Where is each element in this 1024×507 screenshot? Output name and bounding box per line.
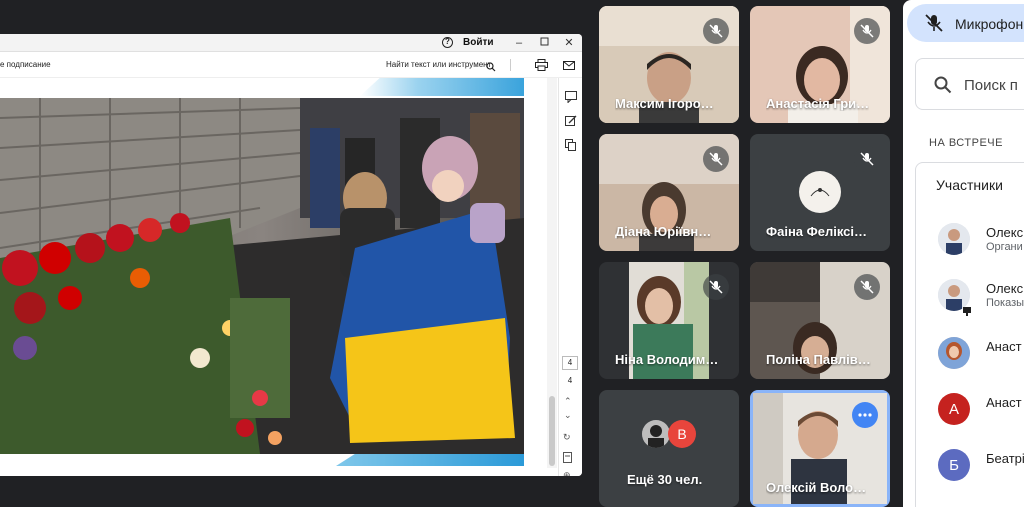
- person-name: Беатрі: [986, 451, 1024, 466]
- section-heading: НА ВСТРЕЧЕ: [929, 137, 1003, 149]
- avatar: [642, 420, 670, 448]
- participant-tile-active[interactable]: Олексій Воло…: [750, 390, 890, 507]
- participant-tile[interactable]: Максим Ігоро…: [599, 6, 739, 123]
- mail-icon[interactable]: [563, 58, 576, 70]
- help-icon[interactable]: ?: [442, 37, 453, 48]
- zoom-in-icon[interactable]: ⊕: [563, 470, 571, 476]
- sign-label[interactable]: е подписание: [0, 60, 51, 69]
- participant-name: Фаіна Феліксі…: [766, 224, 868, 239]
- participant-name: Поліна Павлів…: [766, 352, 871, 367]
- refresh-icon[interactable]: ↻: [563, 432, 571, 443]
- more-options-icon[interactable]: [852, 402, 878, 428]
- window-titlebar: ? Войти – ✕: [0, 34, 582, 52]
- avatar-letter: В: [668, 420, 696, 448]
- more-participants-label: Ещё 30 чел.: [627, 472, 703, 487]
- person-name: Олекс: [986, 225, 1024, 240]
- search-input[interactable]: Поиск п: [915, 58, 1024, 110]
- participant-tile[interactable]: Поліна Павлів…: [750, 262, 890, 379]
- microphone-label: Микрофон: [955, 16, 1024, 32]
- avatar-letter: А: [938, 393, 970, 425]
- search-icon[interactable]: [486, 59, 496, 77]
- find-tool-label[interactable]: Найти текст или инструмент: [386, 60, 491, 69]
- shared-screen: ? Войти – ✕ е подписание Найти текст или…: [0, 34, 582, 476]
- slide-photo: [0, 98, 524, 454]
- login-button[interactable]: Войти: [463, 37, 494, 48]
- avatar-letter: Б: [938, 449, 970, 481]
- participant-tile[interactable]: Фаіна Феліксі…: [750, 134, 890, 251]
- participant-logo-avatar: [799, 171, 841, 213]
- minimize-icon[interactable]: –: [512, 36, 526, 50]
- avatar: [938, 337, 970, 369]
- mic-off-icon: [703, 274, 729, 300]
- chevron-down-icon[interactable]: ⌄: [564, 410, 572, 421]
- more-participants-tile[interactable]: В Ещё 30 чел.: [599, 390, 739, 507]
- participants-header[interactable]: Участники: [936, 177, 1003, 193]
- scrollbar-thumb[interactable]: [549, 396, 555, 466]
- page-fit-icon[interactable]: [563, 452, 572, 465]
- microphone-toggle[interactable]: Микрофон: [907, 4, 1024, 42]
- mic-off-icon: [703, 18, 729, 44]
- person-name: Олекс: [986, 281, 1024, 296]
- person-role: Органи: [986, 241, 1023, 253]
- people-panel: Микрофон Поиск п НА ВСТРЕЧЕ Участники Ол…: [903, 0, 1024, 507]
- participant-tile[interactable]: Анастасія Гри…: [750, 6, 890, 123]
- close-icon[interactable]: ✕: [562, 36, 576, 50]
- print-icon[interactable]: [535, 58, 548, 71]
- avatar: [938, 223, 970, 255]
- participant-name: Ніна Володим…: [615, 352, 719, 367]
- person-role: Показы: [986, 297, 1024, 309]
- search-placeholder: Поиск п: [964, 77, 1018, 94]
- document-toolbar: е подписание Найти текст или инструмент: [0, 52, 582, 78]
- participant-name: Максим Ігоро…: [615, 96, 714, 111]
- mic-off-icon: [703, 146, 729, 172]
- list-item[interactable]: Б Беатрі: [938, 445, 1024, 485]
- list-item[interactable]: Олекс Показы: [938, 275, 1024, 316]
- participant-name: Діана Юріївн…: [615, 224, 712, 239]
- list-item[interactable]: Олекс Органи: [938, 219, 1024, 259]
- presentation-slide: [0, 78, 524, 466]
- edit-icon[interactable]: [565, 114, 577, 126]
- chevron-up-icon[interactable]: ⌃: [564, 396, 572, 407]
- maximize-icon[interactable]: [537, 36, 551, 50]
- participants-list: Участники Олекс Органи Олекс Показы Анас…: [915, 162, 1024, 507]
- present-icon: [962, 303, 972, 321]
- participant-name: Анастасія Гри…: [766, 96, 870, 111]
- person-name: Анаст: [986, 339, 1022, 354]
- participant-tile[interactable]: Ніна Володим…: [599, 262, 739, 379]
- page-number-input[interactable]: 4: [562, 356, 578, 370]
- mic-off-icon: [854, 18, 880, 44]
- separator-icon: [510, 58, 523, 71]
- mic-off-icon: [854, 274, 880, 300]
- participant-name: Олексій Воло…: [766, 480, 867, 495]
- copy-icon[interactable]: [565, 138, 577, 151]
- participant-tile[interactable]: Діана Юріївн…: [599, 134, 739, 251]
- mic-off-icon: [854, 146, 880, 172]
- mic-off-icon: [925, 14, 943, 37]
- list-item[interactable]: А Анаст: [938, 389, 1024, 429]
- document-scrollbar[interactable]: [547, 78, 557, 468]
- person-name: Анаст: [986, 395, 1022, 410]
- document-page: [0, 78, 548, 476]
- search-icon: [934, 76, 952, 99]
- page-total: 4: [567, 376, 573, 385]
- slide-accent-shape: [360, 78, 524, 96]
- list-item[interactable]: Анаст: [938, 333, 1024, 373]
- comment-icon[interactable]: [565, 90, 577, 104]
- slide-accent-shape-bottom: [336, 454, 524, 466]
